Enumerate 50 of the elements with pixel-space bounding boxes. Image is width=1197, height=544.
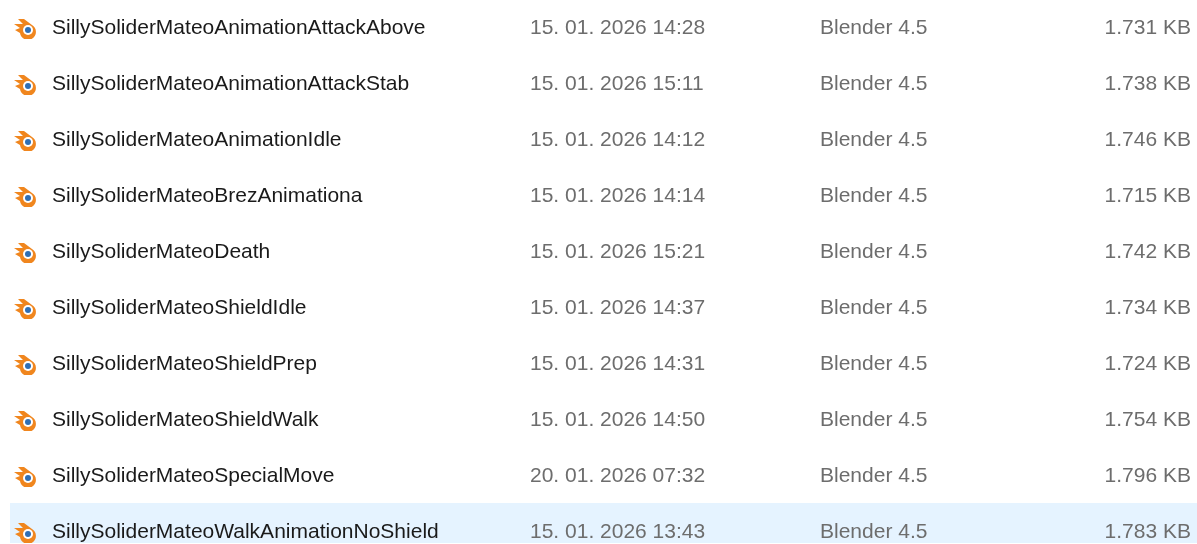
file-size: 1.731 KB xyxy=(1103,14,1192,41)
file-name: SillySoliderMateoShieldWalk xyxy=(52,406,320,433)
file-row[interactable]: SillySoliderMateoShieldWalk 15. 01. 2026 14:50 Blender 4.5 1.754 KB xyxy=(10,391,1197,447)
modified-date: 15. 01. 2026 14:50 xyxy=(530,406,707,433)
file-size: 1.796 KB xyxy=(1103,462,1192,489)
file-size: 1.715 KB xyxy=(1103,182,1192,209)
file-size: 1.724 KB xyxy=(1103,350,1192,377)
file-name: SillySoliderMateoAnimationAttackAbove xyxy=(52,14,427,41)
file-row[interactable]: SillySoliderMateoShieldPrep 15. 01. 2026 14:31 Blender 4.5 1.724 KB xyxy=(10,335,1197,391)
file-type: Blender 4.5 xyxy=(820,126,929,153)
file-type: Blender 4.5 xyxy=(820,294,929,321)
file-name: SillySoliderMateoShieldPrep xyxy=(52,350,318,377)
file-name: SillySoliderMateoSpecialMove xyxy=(52,462,336,489)
file-type: Blender 4.5 xyxy=(820,406,929,433)
file-row[interactable]: SillySoliderMateoAnimationIdle 15. 01. 2026 14:12 Blender 4.5 1.746 KB xyxy=(10,111,1197,167)
file-type: Blender 4.5 xyxy=(820,238,929,265)
modified-date: 15. 01. 2026 13:43 xyxy=(530,518,707,543)
file-type: Blender 4.5 xyxy=(820,350,929,377)
file-row[interactable]: SillySoliderMateoWalkAnimationNoShield 15. 01. 2026 13:43 Blender 4.5 1.783 KB xyxy=(10,503,1197,543)
file-row[interactable]: SillySoliderMateoShieldIdle 15. 01. 2026 14:37 Blender 4.5 1.734 KB xyxy=(10,279,1197,335)
file-name: SillySoliderMateoAnimationAttackStab xyxy=(52,70,411,97)
file-name: SillySoliderMateoShieldIdle xyxy=(52,294,308,321)
file-row[interactable]: SillySoliderMateoAnimationAttackStab 15. 01. 2026 15:11 Blender 4.5 1.738 KB xyxy=(10,55,1197,111)
file-size: 1.746 KB xyxy=(1103,126,1192,153)
file-name: SillySoliderMateoBrezAnimationa xyxy=(52,182,364,209)
file-name: SillySoliderMateoWalkAnimationNoShield xyxy=(52,518,440,543)
modified-date: 15. 01. 2026 14:28 xyxy=(530,14,707,41)
file-row[interactable]: SillySoliderMateoBrezAnimationa 15. 01. 2026 14:14 Blender 4.5 1.715 KB xyxy=(10,167,1197,223)
modified-date: 15. 01. 2026 14:12 xyxy=(530,126,707,153)
modified-date: 15. 01. 2026 15:11 xyxy=(530,70,705,97)
file-type: Blender 4.5 xyxy=(820,518,929,543)
file-size: 1.783 KB xyxy=(1103,518,1192,543)
file-row[interactable]: SillySoliderMateoSpecialMove 20. 01. 2026 07:32 Blender 4.5 1.796 KB xyxy=(10,447,1197,503)
file-type: Blender 4.5 xyxy=(820,70,929,97)
file-size: 1.738 KB xyxy=(1103,70,1192,97)
file-row[interactable]: SillySoliderMateoAnimationAttackAbove 15. 01. 2026 14:28 Blender 4.5 1.731 KB xyxy=(10,0,1197,55)
modified-date: 15. 01. 2026 14:31 xyxy=(530,350,707,377)
file-size: 1.742 KB xyxy=(1103,238,1192,265)
modified-date: 20. 01. 2026 07:32 xyxy=(530,462,707,489)
modified-date: 15. 01. 2026 15:21 xyxy=(530,238,707,265)
file-type: Blender 4.5 xyxy=(820,462,929,489)
file-type: Blender 4.5 xyxy=(820,182,929,209)
file-type: Blender 4.5 xyxy=(820,14,929,41)
file-size: 1.734 KB xyxy=(1103,294,1192,321)
file-size: 1.754 KB xyxy=(1103,406,1192,433)
file-name: SillySoliderMateoDeath xyxy=(52,238,272,265)
file-name: SillySoliderMateoAnimationIdle xyxy=(52,126,343,153)
modified-date: 15. 01. 2026 14:14 xyxy=(530,182,707,209)
file-row[interactable]: SillySoliderMateoDeath 15. 01. 2026 15:21 Blender 4.5 1.742 KB xyxy=(10,223,1197,279)
modified-date: 15. 01. 2026 14:37 xyxy=(530,294,707,321)
